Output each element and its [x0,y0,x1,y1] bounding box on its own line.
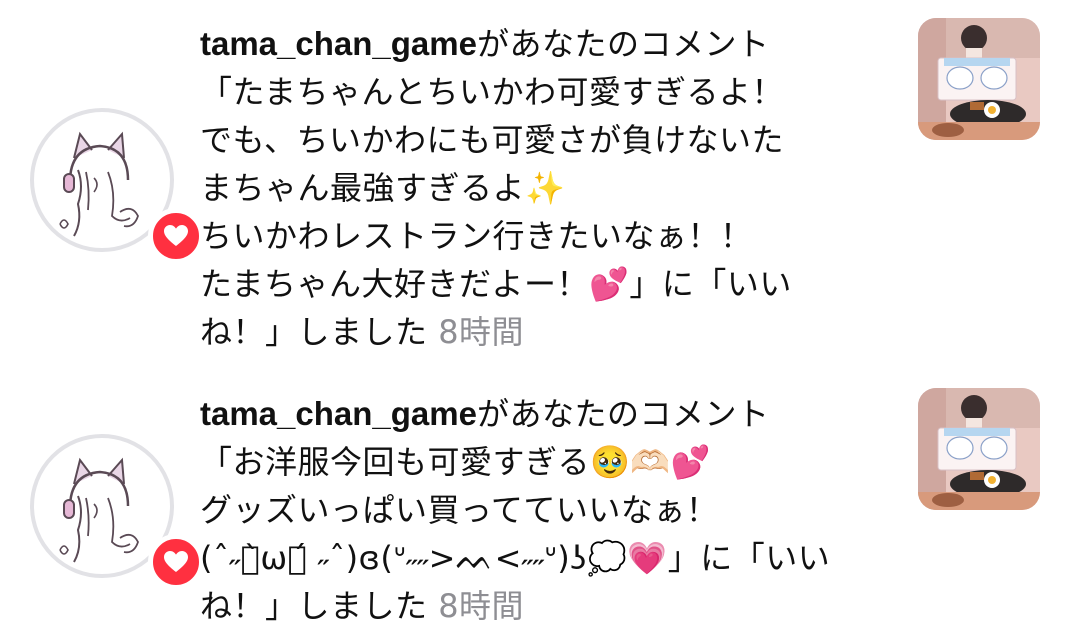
notification-header-line: tama_chan_gameがあなたのコメント [200,20,880,68]
heart-icon [148,208,204,264]
notification-text-line: ね！」しました [200,587,428,625]
heart-icon [148,534,204,590]
notification-text: tama_chan_gameがあなたのコメント 「たまちゃんとちいかわ可愛すぎる… [200,20,880,356]
comment-line: 「お洋服今回も可愛すぎる🥹🫶🏻💕 [200,443,712,481]
comment-line: まちゃん最強すぎるよ✨ [200,169,566,207]
notification-item[interactable]: tama_chan_gameがあなたのコメント 「お洋服今回も可愛すぎる🥹🫶🏻💕… [0,380,1083,635]
notification-text: tama_chan_gameがあなたのコメント 「お洋服今回も可愛すぎる🥹🫶🏻💕… [200,390,880,630]
post-thumbnail[interactable] [918,388,1040,510]
comment-line-last: ね！」しました 8時間 [200,308,880,356]
post-thumbnail[interactable] [918,18,1040,140]
notification-text-line: があなたのコメント [476,25,770,63]
activity-feed: tama_chan_gameがあなたのコメント 「たまちゃんとちいかわ可愛すぎる… [0,0,1083,635]
timestamp: 8時間 [438,313,525,351]
username-link[interactable]: tama_chan_game [200,25,477,62]
notification-text-line: があなたのコメント [476,395,770,433]
comment-line: ちいかわレストラン行きたいなぁ！！ [200,217,753,255]
comment-line: 「たまちゃんとちいかわ可愛すぎるよ！ [200,73,785,111]
user-avatar[interactable] [30,434,204,590]
comment-line: たまちゃん大好きだよー！💕」に「いい [200,265,792,303]
comment-line: グッズいっぱい買ってていいなぁ！ [200,491,719,529]
user-avatar[interactable] [30,108,204,264]
username-link[interactable]: tama_chan_game [200,395,477,432]
timestamp: 8時間 [438,587,525,625]
comment-line-last: ね！」しました 8時間 [200,582,880,630]
notification-text-line: ね！」しました [200,313,428,351]
comment-line: (ˆ˶ฅ̀ωฅ́ ˶ˆ)ɞ(ᐡ˶˶>ᨓ<˶˶ᐡ)ʖ💭💗」に「いい [200,539,831,577]
comment-line: でも、ちいかわにも可愛さが負けないた [200,121,785,159]
notification-header-line: tama_chan_gameがあなたのコメント [200,390,880,438]
notification-item[interactable]: tama_chan_gameがあなたのコメント 「たまちゃんとちいかわ可愛すぎる… [0,0,1083,351]
